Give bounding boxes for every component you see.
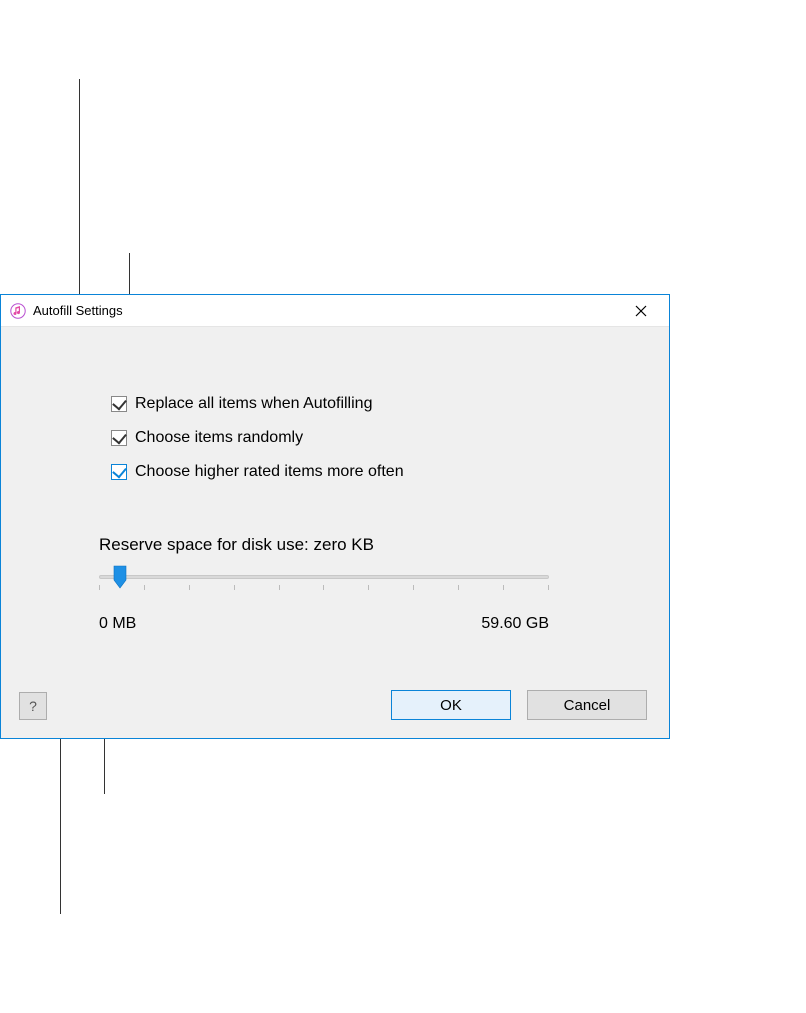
checkbox-icon[interactable] xyxy=(111,396,127,412)
close-button[interactable] xyxy=(621,297,661,325)
option-choose-random[interactable]: Choose items randomly xyxy=(1,421,669,455)
help-button[interactable]: ? xyxy=(19,692,47,720)
dialog-buttons: OK Cancel xyxy=(391,690,647,720)
option-replace-all[interactable]: Replace all items when Autofilling xyxy=(1,387,669,421)
reserve-space-slider[interactable] xyxy=(99,565,549,593)
slider-min-label: 0 MB xyxy=(99,615,136,633)
button-label: Cancel xyxy=(564,697,611,714)
itunes-icon xyxy=(9,302,27,320)
slider-max-label: 59.60 GB xyxy=(481,615,549,633)
cancel-button[interactable]: Cancel xyxy=(527,690,647,720)
option-label: Choose higher rated items more often xyxy=(135,463,404,481)
slider-thumb[interactable] xyxy=(113,565,127,589)
dialog-title: Autofill Settings xyxy=(33,303,123,318)
ok-button[interactable]: OK xyxy=(391,690,511,720)
slider-range: 0 MB 59.60 GB xyxy=(99,615,549,633)
slider-ticks xyxy=(99,585,549,591)
dialog-body: Replace all items when Autofilling Choos… xyxy=(1,327,669,738)
autofill-settings-dialog: Autofill Settings Replace all items when… xyxy=(0,294,670,739)
slider-track xyxy=(99,575,549,579)
reserve-space-label: Reserve space for disk use: zero KB xyxy=(1,535,669,555)
checkbox-icon[interactable] xyxy=(111,430,127,446)
help-icon: ? xyxy=(29,698,37,714)
option-label: Choose items randomly xyxy=(135,429,303,447)
option-higher-rated[interactable]: Choose higher rated items more often xyxy=(1,455,669,489)
button-label: OK xyxy=(440,697,462,714)
option-label: Replace all items when Autofilling xyxy=(135,395,372,413)
titlebar: Autofill Settings xyxy=(1,295,669,327)
checkbox-icon[interactable] xyxy=(111,464,127,480)
close-icon xyxy=(635,305,647,317)
